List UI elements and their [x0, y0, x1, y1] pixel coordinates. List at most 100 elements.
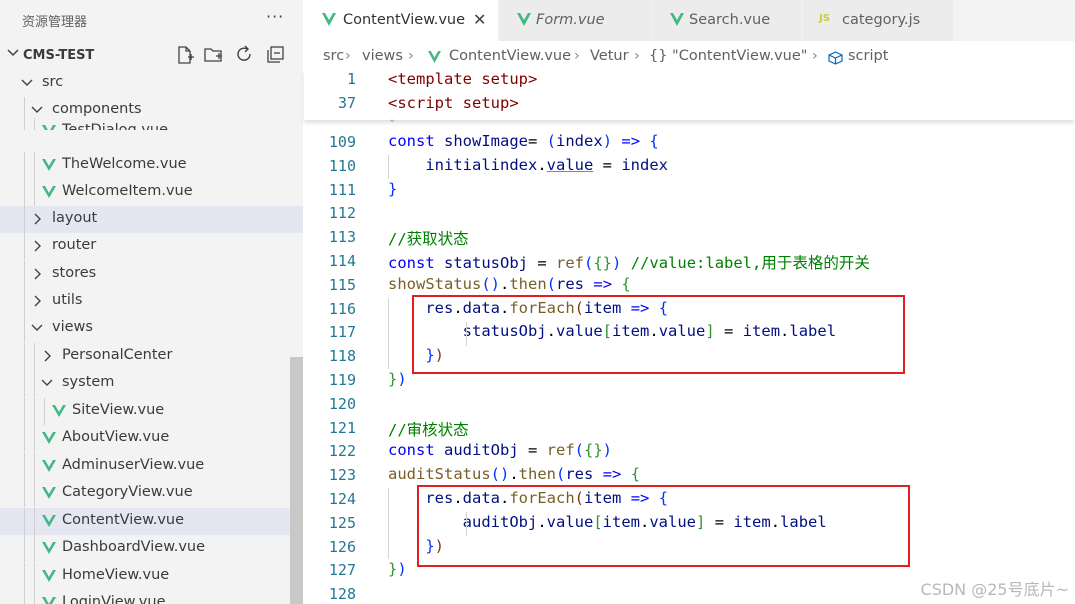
tree-folder-system[interactable]: system [0, 370, 303, 397]
indent-guide [34, 152, 35, 179]
tree-folder-views[interactable]: views [0, 315, 303, 342]
line-number: 114 [328, 252, 356, 270]
tree-folder-src[interactable]: src [0, 70, 303, 97]
tree-file-testdialog-vue[interactable]: TestDialog.vue [0, 118, 303, 130]
new-file-icon[interactable] [175, 45, 195, 65]
new-folder-icon[interactable] [204, 45, 224, 65]
tree-item-label: AboutView.vue [62, 429, 170, 445]
code-token: showStatus [388, 275, 482, 293]
tree-file-adminuserview-vue[interactable]: AdminuserView.vue [0, 453, 303, 480]
tree-folder-personalcenter[interactable]: PersonalCenter [0, 343, 303, 370]
code-line[interactable]: const showImage= (index) => { [388, 132, 659, 150]
code-line[interactable]: }) [388, 370, 407, 388]
code-line[interactable]: } [388, 180, 397, 198]
indent-guide [24, 398, 25, 425]
tree-file-thewelcome-vue[interactable]: TheWelcome.vue [0, 152, 303, 179]
highlight-box-status [412, 295, 905, 374]
vue-icon [670, 13, 684, 26]
tree-file-loginview-vue[interactable]: LoginView.vue [0, 590, 303, 604]
code-line[interactable]: const statusObj = ref({}) //value:label,… [388, 251, 870, 273]
project-section-header[interactable]: CMS-TEST [0, 42, 303, 69]
tree-file-siteview-vue[interactable]: SiteView.vue [0, 398, 303, 425]
tree-folder-layout[interactable]: layout [0, 206, 303, 233]
breadcrumb-views[interactable]: views [362, 48, 403, 64]
code-token: { [621, 275, 631, 293]
indent-guide [24, 152, 25, 179]
tab-category[interactable]: JS category.js [803, 0, 954, 41]
code-line-script[interactable]: <script setup> [388, 94, 519, 112]
line-number: 127 [328, 561, 356, 579]
breadcrumb-vetur[interactable]: Vetur [590, 48, 629, 64]
code-token: } [388, 560, 398, 578]
indent-guide [24, 261, 25, 288]
vue-icon [42, 570, 56, 582]
code-token: } [388, 370, 398, 388]
tab-search[interactable]: Search.vue [652, 0, 803, 41]
indent-guide [24, 480, 25, 507]
tab-form[interactable]: Form.vue [499, 0, 652, 41]
breadcrumb-script[interactable]: script [848, 48, 888, 64]
breadcrumb: src › views › ContentView.vue › Vetur › … [304, 43, 1075, 69]
breadcrumb-symbol[interactable]: {} "ContentView.vue" [649, 48, 807, 64]
tree-item-label: PersonalCenter [62, 347, 173, 363]
code-line-template[interactable]: <template setup> [388, 70, 537, 88]
js-icon: JS [819, 13, 830, 24]
explorer-header: 资源管理器 ··· [0, 0, 303, 40]
code-token: = [518, 441, 547, 459]
indent-guide [44, 398, 45, 425]
code-line[interactable]: //获取状态 [388, 227, 469, 249]
sidebar-scrollbar[interactable] [290, 357, 303, 604]
indent-guide [34, 343, 35, 370]
tree-file-welcomeitem-vue[interactable]: WelcomeItem.vue [0, 179, 303, 206]
line-number: 122 [328, 442, 356, 460]
code-token: . [500, 275, 510, 293]
tree-item-label: router [52, 237, 97, 253]
code-token: . [509, 465, 519, 483]
code-token: //审核状态 [388, 421, 469, 439]
code-token: ref [546, 441, 575, 459]
tree-file-contentview-vue[interactable]: ContentView.vue [0, 508, 303, 535]
code-token: () [481, 275, 500, 293]
code-token: index [621, 156, 668, 174]
code-line[interactable]: }) [388, 560, 407, 578]
tree-folder-router[interactable]: router [0, 233, 303, 260]
tree-folder-stores[interactable]: stores [0, 261, 303, 288]
close-icon[interactable]: ✕ [473, 10, 486, 29]
collapse-all-icon[interactable] [266, 45, 286, 65]
chevron-right-icon: › [345, 48, 351, 64]
indent-guide [24, 453, 25, 480]
tree-file-homeview-vue[interactable]: HomeView.vue [0, 563, 303, 590]
tree-file-categoryview-vue[interactable]: CategoryView.vue [0, 480, 303, 507]
indent-guide [24, 118, 25, 130]
breadcrumb-file[interactable]: ContentView.vue [449, 48, 571, 64]
line-number: 123 [328, 466, 356, 484]
code-token: { [649, 132, 659, 150]
tree-item-label: LoginView.vue [62, 594, 166, 604]
vue-icon [42, 432, 56, 444]
code-line[interactable]: showStatus().then(res => { [388, 275, 631, 293]
indent-guide [24, 288, 25, 315]
indent-guide [24, 590, 25, 604]
code-line[interactable]: //审核状态 [388, 418, 469, 440]
line-number: 1 [346, 70, 356, 88]
indent-guide [34, 508, 35, 535]
tab-contentview[interactable]: ContentView.vue ✕ [304, 0, 499, 41]
breadcrumb-src[interactable]: src [323, 48, 344, 64]
vue-icon [42, 597, 56, 604]
tree-file-aboutview-vue[interactable]: AboutView.vue [0, 425, 303, 452]
code-token: => [593, 275, 613, 293]
tree-item-label: components [52, 101, 142, 117]
tree-folder-utils[interactable]: utils [0, 288, 303, 315]
fold-icon[interactable]: ⌄ [388, 114, 396, 125]
indent-guide [34, 370, 35, 397]
code-line[interactable]: const auditObj = ref({}) [388, 441, 612, 459]
more-actions-icon[interactable]: ··· [266, 7, 284, 26]
code-token: {} [584, 441, 603, 459]
code-token: = [528, 132, 547, 150]
code-line[interactable]: auditStatus().then(res => { [388, 465, 640, 483]
refresh-icon[interactable] [235, 45, 255, 65]
tree-file-dashboardview-vue[interactable]: DashboardView.vue [0, 535, 303, 562]
code-line[interactable]: initialindex.value = index [388, 156, 668, 174]
